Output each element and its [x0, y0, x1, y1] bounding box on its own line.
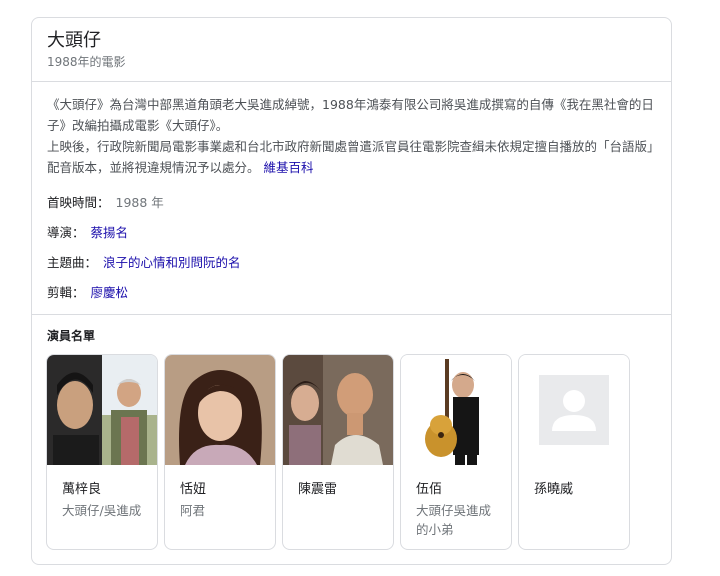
cast-card[interactable]: 孫曉威 [518, 354, 630, 550]
facts-list: 首映時間： 1988 年 導演： 蔡揚名 主題曲： 浪子的心情和別問阮的名 剪輯： 廖慶… [47, 194, 241, 314]
description-paragraph-2-text: 上映後，行政院新聞局電影事業處和台北市政府新聞處曾遣派官員往電影院查緝未依規定擅… [47, 139, 654, 175]
knowledge-panel: 大頭仔 1988年的電影 《大頭仔》為台灣中部黑道角頭老大吳進成綽號，1988年… [31, 17, 672, 565]
cast-name: 萬梓良 [62, 482, 102, 497]
wikipedia-link[interactable]: 維基百科 [264, 160, 314, 175]
divider [32, 314, 671, 315]
cast-photo [283, 355, 393, 465]
cast-card[interactable]: 伍佰 大頭仔吳進成的小弟 [400, 354, 512, 550]
fact-value: 1988 年 [115, 195, 164, 210]
cast-role: 大頭仔/吳進成 [62, 503, 142, 518]
fact-release-date: 首映時間： 1988 年 [47, 194, 241, 224]
cast-card[interactable]: 恬妞 阿君 [164, 354, 276, 550]
cast-name: 恬妞 [180, 482, 207, 497]
panel-header: 大頭仔 1988年的電影 [47, 30, 126, 70]
fact-theme-song: 主題曲： 浪子的心情和別問阮的名 [47, 254, 241, 284]
cast-name: 陳震雷 [298, 482, 338, 497]
cast-role: 大頭仔吳進成的小弟 [416, 503, 492, 537]
cast-photo-placeholder [519, 355, 629, 465]
cast-card[interactable]: 萬梓良 大頭仔/吳進成 [46, 354, 158, 550]
cast-name: 孫曉威 [534, 482, 574, 497]
entity-title: 大頭仔 [47, 30, 101, 51]
description-paragraph-2: 上映後，行政院新聞局電影事業處和台北市政府新聞處曾遣派官員往電影院查緝未依規定擅… [47, 136, 659, 178]
description: 《大頭仔》為台灣中部黑道角頭老大吳進成綽號，1988年鴻泰有限公司將吳進成撰寫的… [47, 94, 659, 178]
cast-photo [47, 355, 157, 465]
cast-card[interactable]: 陳震雷 [282, 354, 394, 550]
fact-label: 首映時間： [47, 195, 110, 210]
description-paragraph-1: 《大頭仔》為台灣中部黑道角頭老大吳進成綽號，1988年鴻泰有限公司將吳進成撰寫的… [47, 97, 654, 133]
fact-director: 導演： 蔡揚名 [47, 224, 241, 254]
editor-link[interactable]: 廖慶松 [91, 285, 129, 300]
director-link[interactable]: 蔡揚名 [91, 225, 129, 240]
entity-subtitle: 1988年的電影 [47, 55, 126, 69]
fact-label: 主題曲： [47, 255, 98, 270]
cast-section-title: 演員名單 [47, 329, 96, 343]
fact-editor: 剪輯： 廖慶松 [47, 284, 241, 314]
fact-label: 剪輯： [47, 285, 85, 300]
cast-role: 阿君 [180, 503, 206, 518]
theme-song-link[interactable]: 浪子的心情和別問阮的名 [103, 255, 241, 270]
cast-name: 伍佰 [416, 482, 443, 497]
fact-label: 導演： [47, 225, 85, 240]
divider [32, 81, 671, 82]
placeholder-person-icon [519, 355, 629, 465]
cast-photo [165, 355, 275, 465]
cast-photo [401, 355, 511, 465]
